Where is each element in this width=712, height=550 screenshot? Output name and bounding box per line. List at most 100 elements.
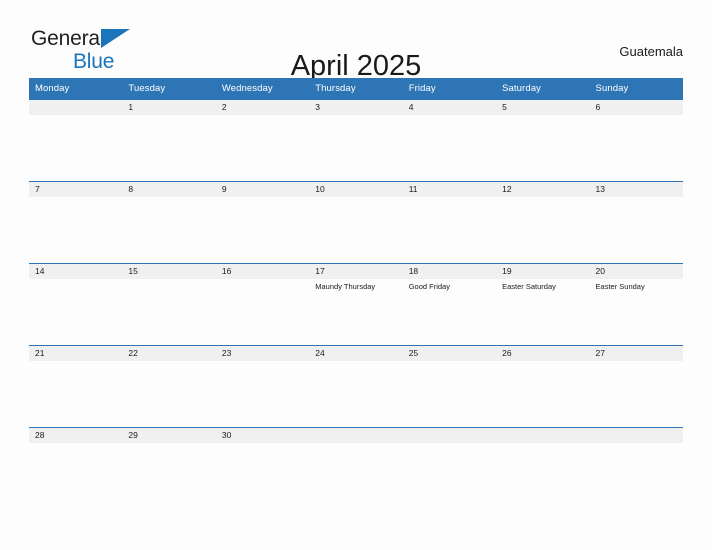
calendar-day-cell[interactable]: 19 Easter Saturday — [496, 263, 590, 346]
weekday-header-sunday: Sunday — [589, 78, 683, 100]
calendar-day-cell[interactable]: 24 — [309, 345, 403, 428]
calendar-day-cell[interactable]: 16 — [215, 263, 310, 346]
day-number: 25 — [402, 346, 497, 361]
day-14: 14 — [29, 264, 123, 345]
calendar-day-cell[interactable]: 20 Easter Sunday — [589, 263, 683, 346]
day-number: 26 — [496, 346, 590, 361]
calendar-day-cell[interactable]: 5 — [496, 99, 590, 182]
day-number: 17 — [309, 264, 403, 279]
day-number — [402, 428, 497, 443]
calendar-day-cell[interactable]: 10 — [309, 181, 403, 264]
calendar-body: 1 2 3 4 5 6 7 8 9 10 11 12 13 14 15 16 17 Maundy Thursday… — [29, 99, 683, 498]
day-events: Easter Sunday — [590, 279, 683, 292]
calendar-grid: Monday Tuesday Wednesday Thursday Friday Satu… — [29, 78, 683, 498]
triangle-icon — [101, 29, 130, 48]
day-29: 29 — [122, 428, 216, 498]
day-6: 6 — [589, 100, 683, 181]
day-7: 7 — [29, 182, 123, 263]
calendar-day-cell[interactable]: 4 — [402, 99, 497, 182]
weekday-header-friday: Friday — [402, 78, 497, 100]
calendar-week-row: 123456 — [29, 99, 683, 182]
calendar-day-cell[interactable]: 6 — [589, 99, 683, 182]
day-17: 17 Maundy Thursday — [309, 264, 403, 345]
calendar-day-cell[interactable]: 7 — [29, 181, 123, 264]
day-number: 9 — [215, 182, 310, 197]
day-number: 8 — [122, 182, 216, 197]
day-26: 26 — [496, 346, 590, 427]
calendar-day-cell[interactable]: 17 Maundy Thursday — [309, 263, 403, 346]
holiday-label: Maundy Thursday — [315, 282, 376, 291]
day-27: 27 — [589, 346, 683, 427]
calendar-day-cell[interactable]: 22 — [122, 345, 216, 428]
calendar-day-cell[interactable]: 14 — [29, 263, 123, 346]
calendar-day-cell[interactable]: 11 — [402, 181, 497, 264]
calendar-week-row: 21 22 23 24 25 26 27 — [29, 345, 683, 428]
day-12: 12 — [496, 182, 590, 263]
calendar-day-cell[interactable]: 21 — [29, 345, 123, 428]
calendar-day-cell[interactable]: 25 — [402, 345, 497, 428]
day-24: 24 — [309, 346, 403, 427]
calendar-week-row: 7 8 9 10 11 12 13 — [29, 181, 683, 264]
day-23: 23 — [215, 346, 310, 427]
holiday-label: Good Friday — [408, 282, 450, 291]
day-number — [29, 100, 123, 115]
country-label: Guatemala — [619, 44, 683, 59]
calendar-day-cell[interactable]: 8 — [122, 181, 216, 264]
day-22: 22 — [122, 346, 216, 427]
calendar-day-cell[interactable] — [402, 427, 497, 498]
day-number: 29 — [122, 428, 216, 443]
calendar-day-cell[interactable] — [589, 427, 683, 498]
day-9: 9 — [215, 182, 310, 263]
calendar-day-cell[interactable]: 28 — [29, 427, 123, 498]
calendar-day-cell[interactable]: 9 — [215, 181, 310, 264]
day-10: 10 — [309, 182, 403, 263]
day-number: 15 — [122, 264, 216, 279]
calendar-day-cell[interactable]: 27 — [589, 345, 683, 428]
day-11: 11 — [402, 182, 497, 263]
calendar-day-cell[interactable]: 1 — [122, 99, 216, 182]
calendar-day-cell[interactable] — [29, 99, 123, 182]
day-events: Good Friday — [403, 279, 496, 292]
calendar-week-row: 28 29 30 — [29, 427, 683, 498]
calendar-day-cell[interactable]: 26 — [496, 345, 590, 428]
weekday-header-saturday: Saturday — [496, 78, 590, 100]
day-25: 25 — [402, 346, 497, 427]
calendar-day-cell[interactable]: 3 — [309, 99, 403, 182]
day-number: 2 — [215, 100, 310, 115]
day-number: 30 — [215, 428, 310, 443]
day-number: 23 — [215, 346, 310, 361]
day-number: 28 — [29, 428, 123, 443]
calendar-day-cell[interactable]: 29 — [122, 427, 216, 498]
calendar-day-cell[interactable]: 23 — [215, 345, 310, 428]
calendar-day-cell[interactable]: 18 Good Friday — [402, 263, 497, 346]
day-number: 18 — [402, 264, 497, 279]
weekday-header-monday: Monday — [29, 78, 123, 100]
day-number: 1 — [122, 100, 216, 115]
empty-day — [496, 428, 590, 498]
calendar-day-cell[interactable]: 2 — [215, 99, 310, 182]
empty-day — [309, 428, 403, 498]
day-18: 18 Good Friday — [402, 264, 497, 345]
day-19: 19 Easter Saturday — [496, 264, 590, 345]
day-28: 28 — [29, 428, 123, 498]
calendar-day-cell[interactable]: 12 — [496, 181, 590, 264]
day-number: 10 — [309, 182, 403, 197]
calendar-week-row: 14 15 16 17 Maundy Thursday 18 Good Friday 19 Ea… — [29, 263, 683, 346]
day-8: 8 — [122, 182, 216, 263]
day-number: 19 — [496, 264, 590, 279]
calendar-day-cell[interactable]: 13 — [589, 181, 683, 264]
calendar-day-cell[interactable]: 30 — [215, 427, 310, 498]
day-number: 11 — [402, 182, 497, 197]
calendar-day-cell[interactable]: 15 — [122, 263, 216, 346]
day-number — [309, 428, 403, 443]
calendar-day-cell[interactable] — [309, 427, 403, 498]
day-events: Easter Saturday — [496, 279, 589, 292]
calendar-page: General Blue April 2025 Guatemala Monday… — [0, 0, 712, 550]
calendar-day-cell[interactable] — [496, 427, 590, 498]
weekday-header-wednesday: Wednesday — [215, 78, 310, 100]
day-number: 21 — [29, 346, 123, 361]
holiday-label: Easter Saturday — [502, 282, 556, 291]
day-number: 14 — [29, 264, 123, 279]
day-number: 27 — [589, 346, 683, 361]
day-21: 21 — [29, 346, 123, 427]
